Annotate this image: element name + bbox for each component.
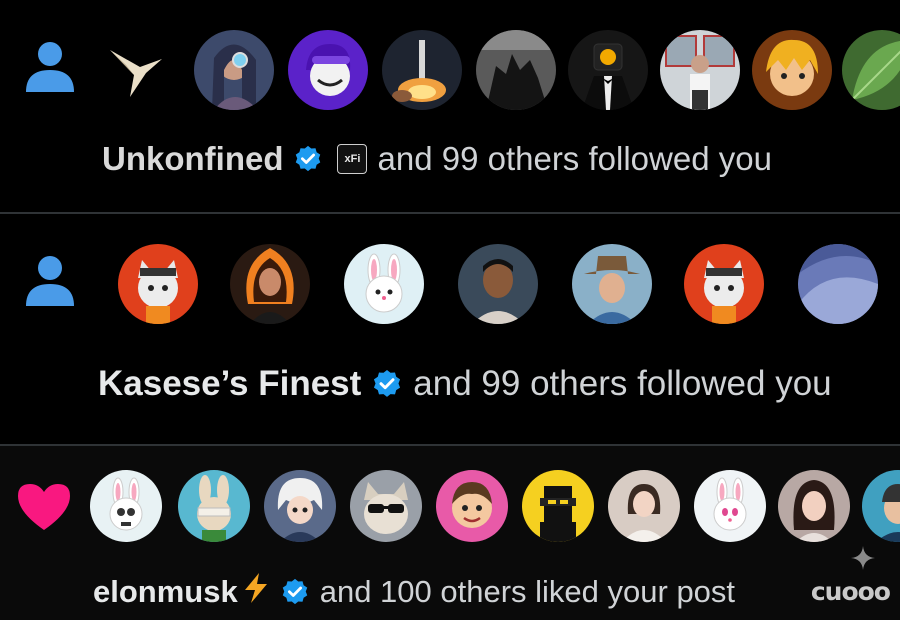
avatar-man-window[interactable]: [660, 30, 740, 110]
avatar-woman-fire[interactable]: [230, 244, 310, 324]
affiliate-badge[interactable]: xFi: [337, 144, 368, 174]
notification-summary: and 100 others liked your post: [319, 574, 736, 609]
avatar-dark-silhouette[interactable]: [476, 30, 556, 110]
avatar-bunny-pink[interactable]: [694, 470, 766, 542]
verified-badge-icon: [293, 144, 323, 174]
sparkle-icon: [850, 545, 876, 576]
avatar-cowboy[interactable]: [572, 244, 652, 324]
notification-follow-1[interactable]: Unkonfined xFi and 99 others followed yo…: [0, 0, 900, 214]
avatar-woman-photo[interactable]: [608, 470, 680, 542]
avatar-tuxedo-bitcoin[interactable]: [568, 30, 648, 110]
notification-text: Kasese’s Finest and 99 others followed y…: [98, 364, 832, 404]
notification-follow-2[interactable]: Kasese’s Finest and 99 others followed y…: [0, 214, 900, 446]
notification-like[interactable]: elonmusk and 100 others liked your post …: [0, 446, 900, 620]
person-icon: [18, 30, 82, 110]
avatar-cat-red-2[interactable]: [684, 244, 764, 324]
avatar-bunny-skull[interactable]: [90, 470, 162, 542]
avatar-white-hair-character[interactable]: [264, 470, 336, 542]
actor-name[interactable]: elonmusk: [93, 574, 238, 610]
avatar-leaf[interactable]: [842, 30, 900, 110]
notification-summary: and 99 others followed you: [377, 140, 772, 177]
watermark: cuooo: [810, 577, 891, 606]
notification-summary: and 99 others followed you: [413, 364, 832, 403]
verified-badge-icon: [371, 368, 403, 400]
lightning-bolt-icon: [242, 572, 270, 612]
avatar-cartoon-boy[interactable]: [436, 470, 508, 542]
heart-icon: [12, 468, 76, 548]
avatar-user-goggles[interactable]: [194, 30, 274, 110]
avatar-man-portrait[interactable]: [458, 244, 538, 324]
notification-text: Unkonfined xFi and 99 others followed yo…: [102, 140, 772, 178]
actor-name[interactable]: Kasese’s Finest: [98, 364, 361, 404]
avatar-bunny-bandage[interactable]: [178, 470, 250, 542]
avatar-bunny[interactable]: [344, 244, 424, 324]
avatar-pixel-punk[interactable]: [522, 470, 594, 542]
avatar-purple-cartoon[interactable]: [288, 30, 368, 110]
avatar-anime-blond[interactable]: [752, 30, 832, 110]
avatar-cat-red[interactable]: [118, 244, 198, 324]
actor-name[interactable]: Unkonfined: [102, 140, 283, 178]
avatar-bird-logo[interactable]: [100, 35, 170, 105]
avatar-abstract-blue[interactable]: [798, 244, 878, 324]
notifications-feed: Unkonfined xFi and 99 others followed yo…: [0, 0, 900, 620]
avatar-boy-cyan[interactable]: [862, 470, 900, 542]
avatar-woman-portrait[interactable]: [778, 470, 850, 542]
verified-badge-icon: [280, 577, 310, 607]
avatar-rocket-launch[interactable]: [382, 30, 462, 110]
avatar-cat-sunglasses[interactable]: [350, 470, 422, 542]
person-icon: [18, 244, 82, 324]
notification-text: elonmusk and 100 others liked your post: [93, 572, 735, 612]
